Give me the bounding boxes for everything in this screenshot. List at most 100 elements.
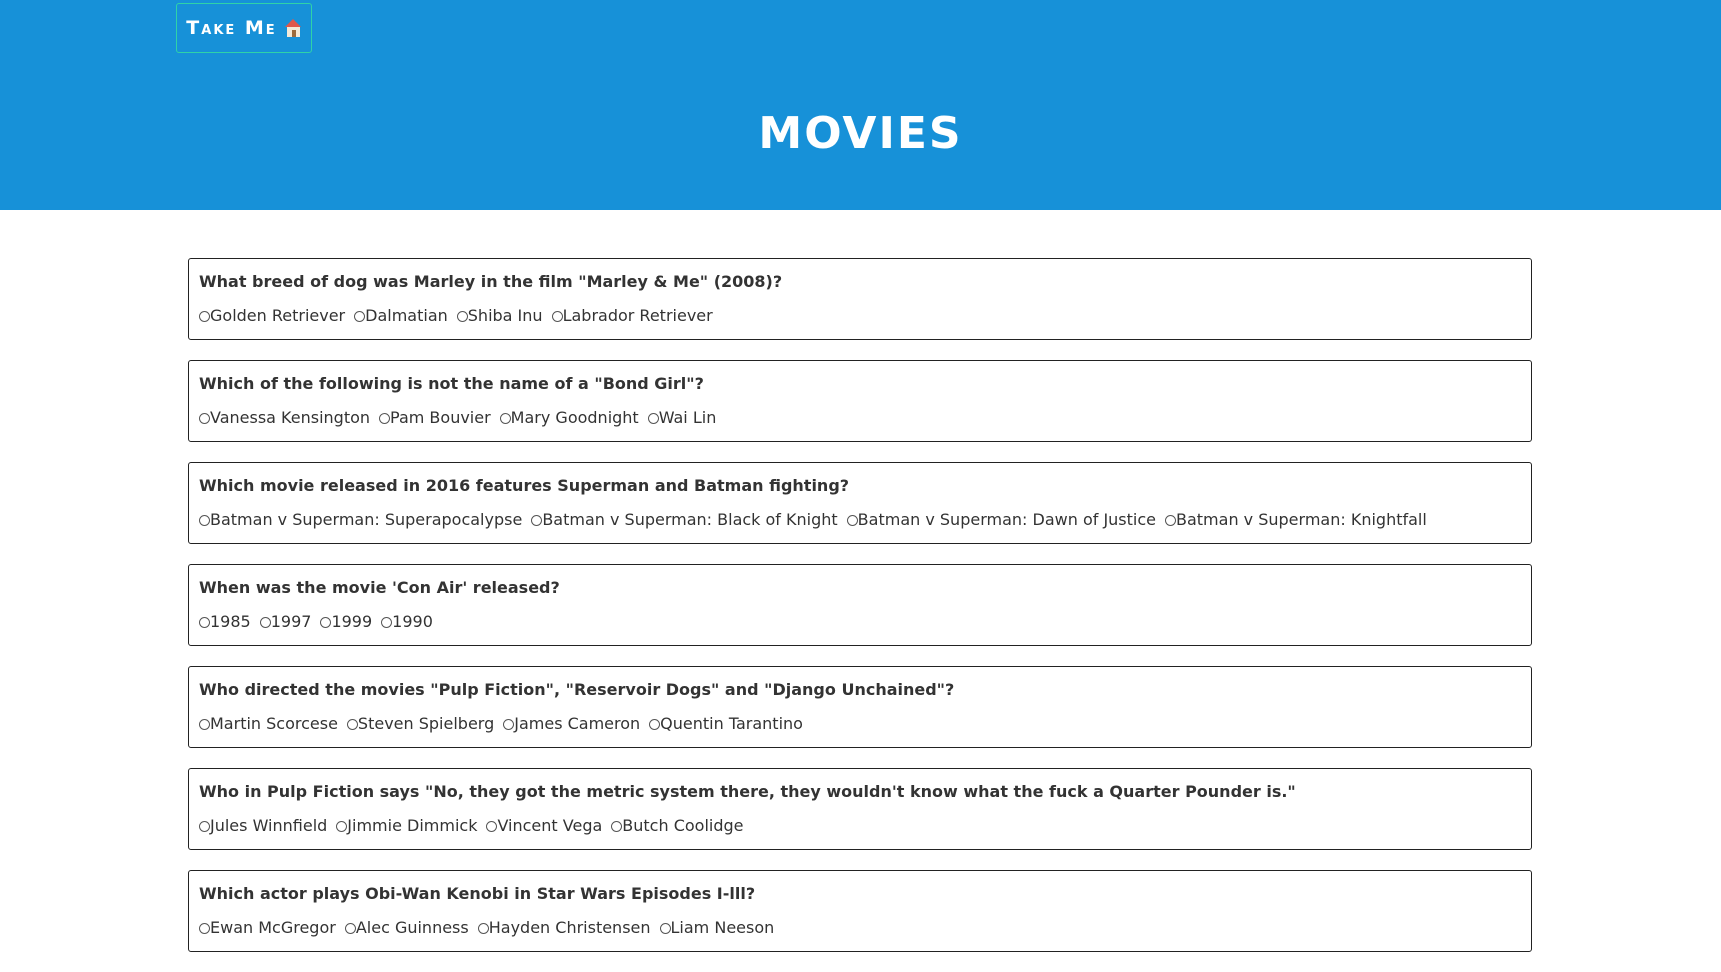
page-header: Take Me MOVIES	[0, 0, 1721, 210]
answer-option[interactable]: Wai Lin	[647, 408, 717, 427]
answer-option[interactable]: 1999	[320, 613, 372, 631]
answer-option[interactable]: Labrador Retriever	[551, 307, 713, 325]
answer-label: Steven Spielberg	[357, 714, 495, 733]
answer-option[interactable]: Vanessa Kensington	[199, 409, 370, 427]
answer-label: Alec Guinness	[355, 918, 469, 937]
answer-label: 1985	[210, 612, 251, 631]
answer-label: Butch Coolidge	[622, 816, 744, 835]
radio-button[interactable]	[551, 310, 563, 322]
radio-button[interactable]	[320, 616, 332, 628]
question-text: When was the movie 'Con Air' released?	[199, 578, 560, 597]
question-text: Who directed the movies "Pulp Fiction", …	[199, 680, 955, 699]
question-card: Which actor plays Obi-Wan Kenobi in Star…	[188, 870, 1532, 952]
answer-option[interactable]: Martin Scorcese	[199, 715, 338, 733]
radio-button[interactable]	[611, 820, 623, 832]
answer-label: Vanessa Kensington	[210, 408, 371, 427]
question-text: Which actor plays Obi-Wan Kenobi in Star…	[199, 884, 756, 903]
radio-button[interactable]	[354, 310, 366, 322]
radio-button[interactable]	[199, 616, 210, 628]
answer-label: Jimmie Dimmick	[347, 816, 478, 835]
answer-option[interactable]: Batman v Superman: Superapocalypse	[199, 511, 522, 529]
radio-button[interactable]	[486, 820, 498, 832]
radio-button[interactable]	[379, 412, 391, 424]
answer-option[interactable]: Butch Coolidge	[611, 816, 744, 835]
answer-option[interactable]: Batman v Superman: Knightfall	[1165, 511, 1427, 529]
question-text: Which movie released in 2016 features Su…	[199, 476, 850, 495]
answer-option[interactable]: Hayden Christensen	[477, 918, 651, 937]
answer-option[interactable]: Alec Guinness	[344, 918, 469, 937]
question-card: Which movie released in 2016 features Su…	[188, 462, 1532, 544]
home-button-label: Take Me	[186, 17, 277, 39]
radio-button[interactable]	[344, 922, 356, 934]
radio-button[interactable]	[336, 820, 348, 832]
radio-button[interactable]	[199, 412, 210, 424]
answer-options: Ewan McGregor Alec Guinness Hayden Chris…	[199, 919, 1521, 937]
answer-option[interactable]: 1990	[381, 613, 433, 631]
answer-label: 1990	[392, 612, 433, 631]
answer-label: Pam Bouvier	[390, 408, 491, 427]
answer-option[interactable]: 1997	[259, 612, 312, 631]
radio-button[interactable]	[846, 514, 858, 526]
question-text: Who in Pulp Fiction says "No, they got t…	[199, 782, 1296, 801]
question-card: What breed of dog was Marley in the film…	[188, 258, 1532, 340]
answer-label: Batman v Superman: Superapocalypse	[210, 510, 523, 529]
answer-label: Dalmatian	[365, 306, 448, 325]
answer-label: Jules Winnfield	[210, 816, 328, 835]
radio-button[interactable]	[456, 310, 468, 322]
page-title: MOVIES	[758, 108, 963, 159]
answer-options: 1985 1997 1999 1990	[199, 613, 1521, 631]
answer-label: 1997	[270, 612, 312, 631]
answer-options: Martin Scorcese Steven Spielberg James C…	[199, 715, 1521, 733]
answer-label: Batman v Superman: Knightfall	[1176, 510, 1427, 529]
answer-label: Martin Scorcese	[210, 714, 338, 733]
question-card: When was the movie 'Con Air' released? 1…	[188, 564, 1532, 646]
answer-option[interactable]: 1985	[199, 613, 251, 631]
answer-option[interactable]: Shiba Inu	[456, 306, 543, 325]
answer-option[interactable]: Vincent Vega	[486, 817, 602, 835]
answer-option[interactable]: Pam Bouvier	[379, 409, 491, 427]
radio-button[interactable]	[499, 412, 511, 424]
answer-label: Shiba Inu	[467, 306, 543, 325]
answer-label: Vincent Vega	[497, 816, 603, 835]
question-card: Who in Pulp Fiction says "No, they got t…	[188, 768, 1532, 850]
radio-button[interactable]	[199, 310, 210, 322]
radio-button[interactable]	[199, 718, 210, 730]
radio-button[interactable]	[659, 922, 671, 934]
radio-button[interactable]	[199, 922, 210, 934]
answer-option[interactable]: Jules Winnfield	[199, 817, 327, 835]
radio-button[interactable]	[381, 616, 393, 628]
radio-button[interactable]	[647, 412, 659, 424]
answer-label: James Cameron	[514, 714, 641, 733]
radio-button[interactable]	[477, 922, 489, 934]
answer-label: Quentin Tarantino	[660, 714, 803, 733]
answer-label: Golden Retriever	[210, 306, 346, 325]
answer-label: Ewan McGregor	[210, 918, 336, 937]
answer-option[interactable]: Ewan McGregor	[199, 919, 336, 937]
answer-options: Golden Retriever Dalmatian Shiba Inu Lab…	[199, 307, 1521, 325]
questions-list: What breed of dog was Marley in the film…	[188, 258, 1532, 972]
take-me-home-button[interactable]: Take Me	[176, 3, 312, 53]
radio-button[interactable]	[346, 718, 358, 730]
answer-option[interactable]: Batman v Superman: Dawn of Justice	[846, 511, 1156, 529]
answer-label: Wai Lin	[658, 408, 717, 427]
radio-button[interactable]	[649, 718, 661, 730]
radio-button[interactable]	[1165, 514, 1176, 526]
answer-option[interactable]: Mary Goodnight	[499, 409, 639, 427]
answer-option[interactable]: Quentin Tarantino	[649, 715, 803, 733]
question-text: Which of the following is not the name o…	[199, 374, 704, 393]
house-icon	[284, 19, 302, 37]
radio-button[interactable]	[199, 514, 210, 526]
radio-button[interactable]	[531, 514, 543, 526]
answer-option[interactable]: Jimmie Dimmick	[336, 817, 477, 835]
radio-button[interactable]	[503, 718, 515, 730]
answer-option[interactable]: Batman v Superman: Black of Knight	[531, 511, 838, 529]
radio-button[interactable]	[199, 820, 210, 832]
answer-option[interactable]: Liam Neeson	[659, 919, 774, 937]
answer-option[interactable]: Golden Retriever	[199, 307, 345, 325]
question-text: What breed of dog was Marley in the film…	[199, 272, 783, 291]
answer-option[interactable]: Steven Spielberg	[346, 714, 495, 733]
radio-button[interactable]	[259, 616, 271, 628]
answer-option[interactable]: Dalmatian	[354, 307, 448, 325]
answer-label: Hayden Christensen	[488, 918, 651, 937]
answer-option[interactable]: James Cameron	[503, 715, 640, 733]
